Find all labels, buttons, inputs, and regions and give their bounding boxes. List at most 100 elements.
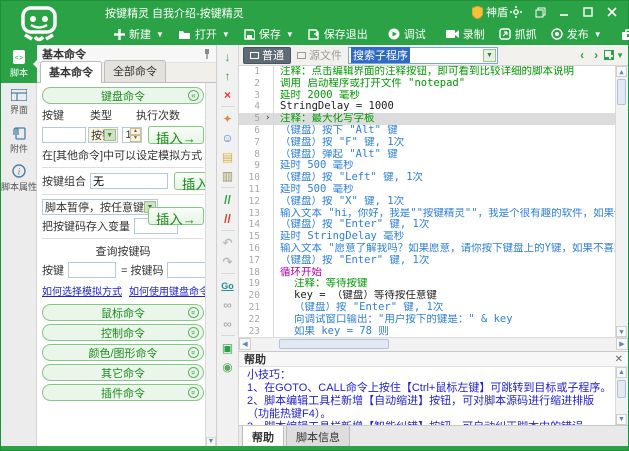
scroll-down-icon[interactable]: ▼ — [616, 326, 627, 337]
query-key-input[interactable] — [68, 262, 116, 278]
code-line[interactable]: 23如果 key = 78 则 — [239, 326, 615, 337]
uncomment-icon[interactable]: // — [219, 209, 237, 228]
link-keyboard-help[interactable]: 如何使用键盘命令 — [129, 283, 209, 298]
paste-icon[interactable]: ▥ — [219, 166, 237, 185]
scrollbar-thumb[interactable] — [279, 339, 389, 349]
code-line[interactable]: 11延时 500 毫秒 — [239, 184, 615, 196]
scroll-up-icon[interactable]: ▲ — [616, 66, 627, 77]
query-code-input[interactable] — [167, 262, 207, 278]
publish-button[interactable]: 发布▼ — [544, 24, 609, 44]
code-line[interactable]: 16输入文本 "愿意了解我吗？如果愿意，请你按下键盘上的Y键，如果不喜欢我，那就… — [239, 243, 615, 255]
search-subroutine-combo[interactable]: 搜索子程序 ▼ — [348, 47, 498, 64]
redo-icon[interactable]: ↷ — [219, 252, 237, 271]
expand-icon[interactable]: » — [188, 387, 199, 398]
code-line[interactable]: 6（键盘）按下 "Alt" 键 — [239, 125, 615, 137]
goto-icon[interactable]: Go — [219, 276, 237, 295]
key-input[interactable] — [42, 127, 86, 143]
code-line[interactable]: 2调用 启动程序或打开文件 "notepad" — [239, 78, 615, 90]
help-scrollbar[interactable]: ▲ ▼ — [615, 367, 628, 425]
code-line[interactable]: 21（键盘）按 "Enter" 键, 1次 — [239, 302, 615, 314]
restore-icon[interactable] — [530, 3, 550, 21]
code-line[interactable]: 18循环开始 — [239, 267, 615, 279]
code-line[interactable]: 15延时 StringDelay 毫秒 — [239, 231, 615, 243]
maximize-button[interactable] — [578, 3, 598, 21]
count-stepper[interactable]: 1 ▲▼ — [122, 127, 142, 143]
scroll-up-icon[interactable]: ▲ — [616, 367, 627, 378]
nav-item-script-properties[interactable]: i 脚本属性 — [1, 159, 37, 197]
nav-item-interface[interactable]: 界面 — [1, 83, 37, 121]
code-line[interactable]: 3延时 2000 毫秒 — [239, 90, 615, 102]
find-icon[interactable]: ∞ — [219, 295, 237, 314]
scrollbar-thumb[interactable] — [617, 79, 626, 105]
code-line[interactable]: 1注释：点击编辑界面的注释按钮，即可看到比较详细的脚本说明 — [239, 66, 615, 78]
keyboard-commands-header[interactable]: 键盘命令 « — [42, 87, 204, 104]
expand-icon[interactable]: » — [188, 367, 199, 378]
save-exit-button[interactable]: 保存退出 — [301, 24, 375, 44]
code-line[interactable]: 17（键盘）按 "Enter" 键, 1次 — [239, 255, 615, 267]
insert-pause-button[interactable]: 插入→ — [148, 207, 204, 225]
code-line[interactable]: 12（键盘）按 "X" 键, 1次 — [239, 196, 615, 208]
help-close-icon[interactable]: ✕ — [615, 354, 623, 365]
link-simulate-mode[interactable]: 如何选择模拟方式 — [42, 283, 122, 298]
code-line[interactable]: 10（键盘）按 "Left" 键, 1次 — [239, 172, 615, 184]
view-normal-button[interactable]: 普通 — [243, 47, 291, 64]
export-icon[interactable]: ▣ — [219, 338, 237, 357]
key-type-select[interactable]: 按键▼ — [88, 127, 118, 143]
shield-badge[interactable]: 神盾 — [472, 4, 508, 20]
minimize-button[interactable] — [554, 3, 574, 21]
pin-icon[interactable] — [203, 49, 211, 59]
drag-hand-icon[interactable]: ✦ — [219, 109, 237, 128]
code-vertical-scrollbar[interactable]: ▲ ▼ — [615, 66, 628, 337]
move-up-icon[interactable]: ↑ — [219, 66, 237, 85]
code-line[interactable]: 8（键盘）弹起 "Alt" 键 — [239, 149, 615, 161]
collapse-icon[interactable]: « — [188, 90, 199, 101]
pause-mode-select[interactable]: 脚本暂停，按任意键继续 ▼ — [42, 199, 158, 215]
key-combo-input[interactable] — [90, 173, 168, 189]
tab-basic-commands[interactable]: 基本命令 — [40, 61, 102, 83]
code-line[interactable]: 4StringDelay = 1000 — [239, 101, 615, 113]
command-group-插件命令[interactable]: 插件命令» — [42, 384, 204, 401]
resource-library-button[interactable]: 资源库 — [615, 24, 629, 44]
code-line[interactable]: 20key = （键盘）等待按任意键 — [239, 290, 615, 302]
expand-icon[interactable]: » — [188, 327, 199, 338]
nav-item-script[interactable]: <> 脚本 — [1, 45, 37, 83]
close-button[interactable] — [602, 3, 622, 21]
user-icon[interactable]: ☺ — [219, 128, 237, 147]
code-line[interactable]: 22向调试窗口输出："用户按下的键是：" & key — [239, 314, 615, 326]
code-line[interactable]: 7（键盘）按 "F" 键, 1次 — [239, 137, 615, 149]
copy-icon[interactable]: ▤ — [219, 147, 237, 166]
undo-icon[interactable]: ↶ — [219, 233, 237, 252]
command-group-鼠标命令[interactable]: 鼠标命令» — [42, 304, 204, 321]
record-button[interactable]: 录制 — [439, 24, 492, 44]
panel-scrollbar[interactable]: ▼ — [205, 83, 216, 448]
find-next-icon[interactable]: ∞ — [219, 314, 237, 333]
command-group-控制命令[interactable]: 控制命令» — [42, 324, 204, 341]
open-button[interactable]: 打开▼ — [171, 24, 237, 44]
expand-icon[interactable]: » — [188, 307, 199, 318]
scroll-right-icon[interactable]: ▶ — [616, 338, 628, 350]
code-line[interactable]: 19注释：等待按键 — [239, 278, 615, 290]
stepper-up-icon[interactable]: ▲ — [130, 128, 141, 135]
view-source-button[interactable]: 源文件 — [297, 47, 342, 63]
debug-button[interactable]: 调试 — [381, 24, 433, 44]
move-down-icon[interactable]: ↓ — [219, 47, 237, 66]
code-line[interactable]: 9延时 500 毫秒 — [239, 160, 615, 172]
new-button[interactable]: 新建▼ — [107, 24, 171, 44]
nav-prev-icon[interactable]: ‹ — [580, 48, 584, 62]
comment-icon[interactable]: // — [219, 190, 237, 209]
command-group-颜色/图形命令[interactable]: 颜色/图形命令» — [42, 344, 204, 361]
command-group-其它命令[interactable]: 其它命令» — [42, 364, 204, 381]
save-button[interactable]: 保存▼ — [237, 24, 301, 44]
delete-line-icon[interactable]: × — [219, 85, 237, 104]
layout-grid-button[interactable]: ▼ — [604, 50, 624, 60]
stepper-down-icon[interactable]: ▼ — [130, 135, 141, 142]
code-line[interactable]: 5›注释：最大化写字板 — [239, 113, 615, 125]
insert-key-button[interactable]: 插入→ — [148, 126, 204, 144]
tab-all-commands[interactable]: 全部命令 — [104, 60, 166, 82]
nav-item-attachments[interactable]: 附件 — [1, 121, 37, 159]
scroll-left-icon[interactable]: ◀ — [239, 338, 251, 350]
expand-icon[interactable]: » — [188, 347, 199, 358]
code-horizontal-scrollbar[interactable]: ◀ ▶ — [239, 337, 628, 351]
code-editor[interactable]: 1注释：点击编辑界面的注释按钮，即可看到比较详细的脚本说明2调用 启动程序或打开… — [239, 66, 628, 337]
scrollbar-thumb[interactable] — [617, 380, 626, 398]
